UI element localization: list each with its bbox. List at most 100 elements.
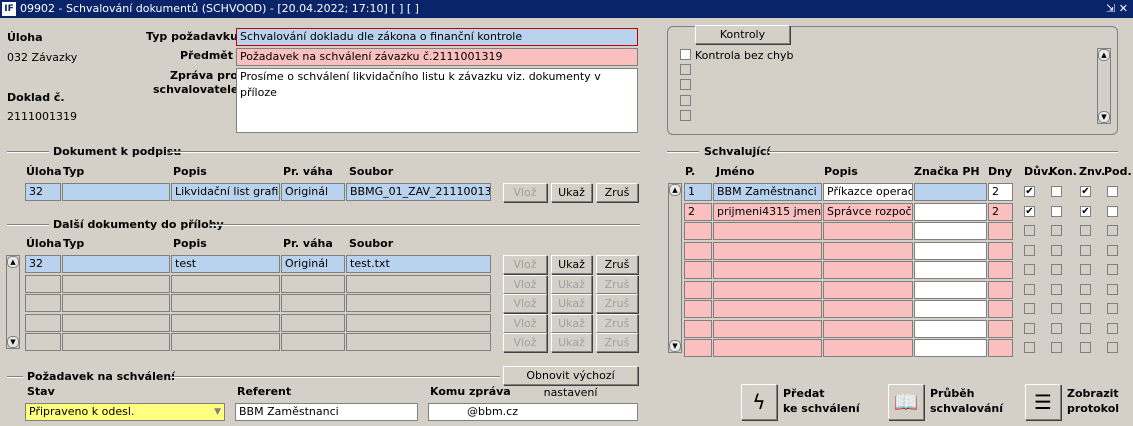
open-book-icon[interactable]: 📖 [888, 384, 924, 420]
attachment-uloha[interactable] [25, 274, 61, 293]
attachment-vaha[interactable]: Originál [281, 255, 345, 273]
komu-field[interactable]: @bbm.cz [428, 403, 638, 421]
attachment-typ[interactable] [62, 313, 170, 332]
approver-duv-checkbox[interactable] [1024, 225, 1035, 236]
approver-popis[interactable]: Příkazce operace [823, 183, 913, 201]
approver-pod-checkbox[interactable] [1107, 244, 1118, 256]
attachment-soubor[interactable] [346, 313, 491, 332]
attachment-soubor[interactable]: test.txt [346, 255, 491, 273]
sign-vaha[interactable]: Originál [281, 183, 345, 201]
ukaz-button[interactable]: Ukaž [551, 255, 592, 274]
approver-kon-checkbox[interactable] [1051, 205, 1062, 217]
approver-popis[interactable] [823, 300, 913, 318]
attachment-popis[interactable] [171, 313, 280, 332]
approver-p[interactable] [684, 222, 712, 240]
approver-p[interactable] [684, 319, 712, 338]
scroll-down-icon[interactable]: ▼ [669, 340, 681, 352]
vloz-button[interactable]: Vlož [503, 274, 547, 294]
window-controls[interactable]: ⇲ ✕ [1106, 0, 1128, 18]
approver-p[interactable] [684, 241, 712, 260]
approver-dny[interactable] [988, 319, 1013, 338]
kontrola-checkbox-empty[interactable] [680, 79, 691, 90]
vloz-button[interactable]: Vlož [503, 183, 547, 202]
zobrazit-protokol-button[interactable]: ☰ Zobrazit protokol [1025, 382, 1130, 422]
kontrola-checkbox-empty[interactable] [680, 64, 691, 75]
kontrola-checkbox[interactable] [680, 49, 691, 60]
approver-dny[interactable] [988, 222, 1013, 240]
attachment-uloha[interactable] [25, 294, 61, 312]
approver-popis[interactable] [823, 261, 913, 279]
attachment-popis[interactable] [171, 333, 280, 351]
sign-soubor[interactable]: BBMG_01_ZAV_2111001319 [346, 183, 491, 201]
approver-kon-checkbox[interactable] [1051, 225, 1062, 236]
ukaz-button[interactable]: Ukaž [551, 313, 592, 333]
approver-dny[interactable]: 2 [988, 183, 1013, 201]
attachment-uloha[interactable]: 32 [25, 255, 61, 273]
sign-uloha[interactable]: 32 [25, 183, 61, 201]
attachment-typ[interactable] [62, 255, 170, 273]
kontrola-checkbox-empty[interactable] [680, 110, 691, 121]
approver-jmeno[interactable] [713, 261, 822, 279]
attachment-soubor[interactable] [346, 333, 491, 351]
ukaz-button[interactable]: Ukaž [551, 333, 592, 352]
approver-p[interactable] [684, 300, 712, 318]
approver-p[interactable]: 1 [684, 183, 712, 201]
predmet-field[interactable]: Požadavek na schválení závazku č.2111001… [236, 48, 638, 66]
attachment-popis[interactable] [171, 294, 280, 312]
kontroly-button[interactable]: Kontroly [695, 25, 790, 44]
approver-jmeno[interactable] [713, 319, 822, 338]
approver-popis[interactable] [823, 241, 913, 260]
vloz-button[interactable]: Vlož [503, 294, 547, 313]
approver-pod-checkbox[interactable] [1107, 225, 1118, 236]
attachment-vaha[interactable] [281, 333, 345, 351]
attachment-soubor[interactable] [346, 274, 491, 293]
approver-pod-checkbox[interactable] [1107, 283, 1118, 295]
approver-znacka[interactable] [914, 300, 987, 318]
approver-znv-checkbox[interactable] [1080, 225, 1091, 236]
attachments-scrollbar[interactable]: ▲ ▼ [6, 255, 20, 349]
approver-pod-checkbox[interactable] [1107, 342, 1118, 353]
approver-p[interactable]: 2 [684, 202, 712, 221]
approver-kon-checkbox[interactable] [1051, 303, 1062, 314]
approver-p[interactable] [684, 280, 712, 299]
approver-kon-checkbox[interactable] [1051, 322, 1062, 334]
approver-popis[interactable] [823, 280, 913, 299]
attachment-vaha[interactable] [281, 294, 345, 312]
approver-duv-checkbox[interactable] [1024, 283, 1035, 295]
attachment-uloha[interactable] [25, 313, 61, 332]
attachment-vaha[interactable] [281, 274, 345, 293]
attachment-typ[interactable] [62, 294, 170, 312]
attachment-uloha[interactable] [25, 333, 61, 351]
referent-field[interactable]: BBM Zaměstnanci [235, 403, 418, 421]
approver-znacka[interactable] [914, 261, 987, 279]
approver-jmeno[interactable] [713, 339, 822, 357]
approver-znv-checkbox[interactable] [1080, 342, 1091, 353]
attachment-typ[interactable] [62, 333, 170, 351]
approver-dny[interactable] [988, 261, 1013, 279]
stav-select[interactable]: Připraveno k odesl. ▼ [25, 403, 225, 421]
approver-jmeno[interactable]: BBM Zaměstnanci [713, 183, 822, 201]
document-list-icon[interactable]: ☰ [1025, 384, 1061, 420]
prubeh-schvalovani-button[interactable]: 📖 Průběh schvalování [888, 382, 1018, 422]
zrus-button[interactable]: Zruš [596, 294, 638, 313]
approver-popis[interactable] [823, 319, 913, 338]
approver-znv-checkbox[interactable] [1080, 303, 1091, 314]
vloz-button[interactable]: Vlož [503, 313, 547, 333]
scroll-up-icon[interactable]: ▲ [1098, 49, 1110, 61]
vloz-button[interactable]: Vlož [503, 255, 547, 274]
approver-znacka[interactable] [914, 183, 987, 201]
approver-znacka[interactable] [914, 241, 987, 260]
approver-pod-checkbox[interactable] [1107, 186, 1118, 197]
chevron-down-icon[interactable]: ▼ [214, 404, 221, 420]
approver-kon-checkbox[interactable] [1051, 342, 1062, 353]
approver-duv-checkbox[interactable]: ✔ [1024, 205, 1035, 217]
approver-dny[interactable] [988, 339, 1013, 357]
ukaz-button[interactable]: Ukaž [551, 274, 592, 294]
approver-pod-checkbox[interactable] [1107, 303, 1118, 314]
approver-kon-checkbox[interactable] [1051, 283, 1062, 295]
zrus-button[interactable]: Zruš [596, 183, 638, 202]
approver-duv-checkbox[interactable]: ✔ [1024, 186, 1035, 197]
approver-jmeno[interactable] [713, 222, 822, 240]
approver-p[interactable] [684, 339, 712, 357]
approver-popis[interactable] [823, 339, 913, 357]
